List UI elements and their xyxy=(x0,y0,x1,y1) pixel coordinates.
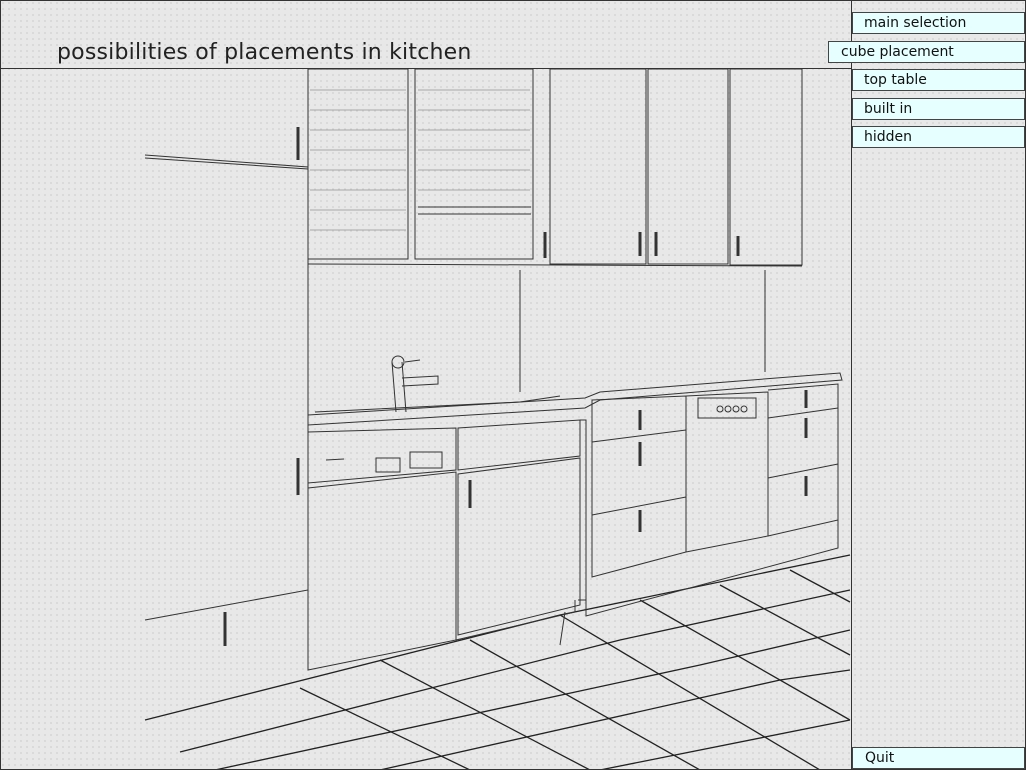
hidden-button[interactable]: hidden xyxy=(852,126,1025,148)
title-bar: possibilities of placements in kitchen xyxy=(0,0,851,69)
cube-placement-button[interactable]: cube placement xyxy=(828,41,1025,63)
page-title: possibilities of placements in kitchen xyxy=(57,40,472,65)
built-in-button[interactable]: built in xyxy=(852,98,1025,120)
kitchen-line-drawing xyxy=(144,69,851,769)
top-table-button[interactable]: top table xyxy=(852,69,1025,91)
main-selection-button[interactable]: main selection xyxy=(852,12,1025,34)
quit-button[interactable]: Quit xyxy=(852,747,1025,769)
